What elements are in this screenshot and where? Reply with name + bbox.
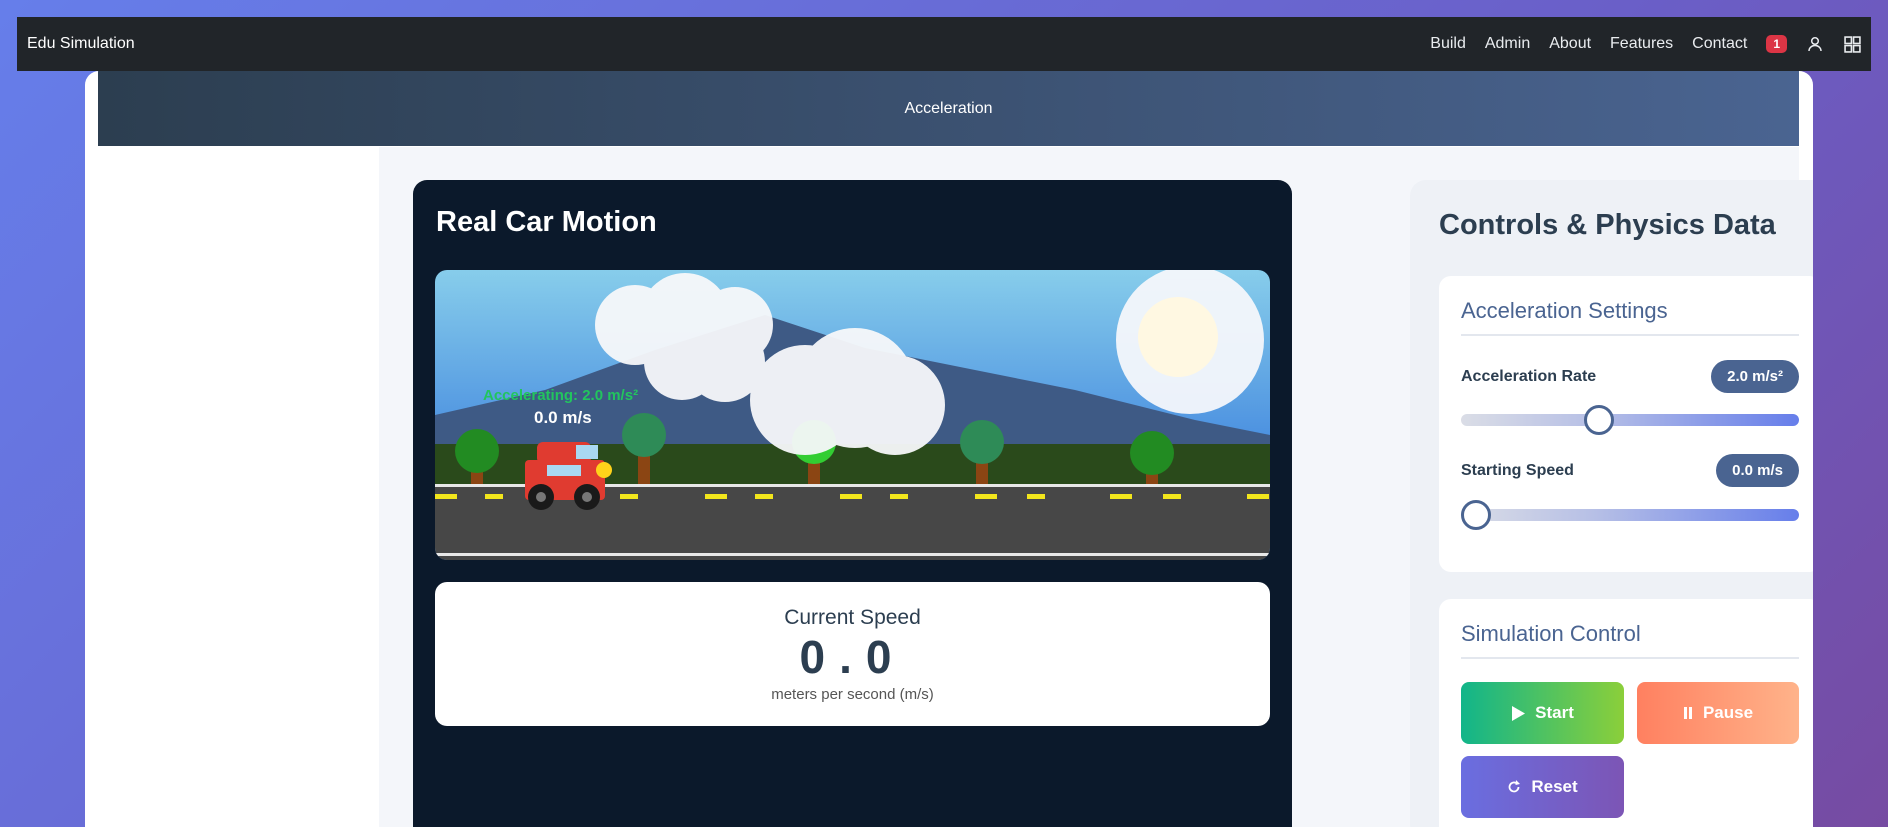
starting-speed-row: Starting Speed 0.0 m/s [1461,454,1799,487]
start-button-label: Start [1535,703,1574,722]
starting-speed-slider-thumb[interactable] [1461,500,1491,530]
notification-badge[interactable]: 1 [1766,35,1787,53]
starting-speed-label: Starting Speed [1461,461,1574,479]
page-title: Acceleration [904,99,993,117]
sun-icon [1116,270,1264,414]
simulation-control-box: Simulation Control Start Pause Reset [1439,599,1813,827]
simulation-panel: Real Car Motion Accelerating: 2.0 m/s² 0… [413,180,1292,827]
acceleration-settings-title: Acceleration Settings [1461,298,1799,336]
speed-label: Current Speed [784,606,921,629]
pause-button-label: Pause [1702,703,1754,722]
nav-link-contact[interactable]: Contact [1692,35,1747,53]
nav-link-about[interactable]: About [1549,35,1591,53]
brand-logo[interactable]: Edu Simulation [27,35,135,53]
acceleration-rate-slider[interactable] [1461,405,1799,435]
controls-title: Controls & Physics Data [1439,209,1776,241]
grid-icon[interactable] [1843,35,1861,53]
simulation-title: Real Car Motion [436,206,657,238]
acceleration-settings-box: Acceleration Settings Acceleration Rate … [1439,276,1813,572]
car-motion-canvas: Accelerating: 2.0 m/s² 0.0 m/s [435,270,1270,560]
acceleration-rate-slider-thumb[interactable] [1584,405,1615,435]
nav-link-admin[interactable]: Admin [1485,35,1530,53]
acceleration-rate-row: Acceleration Rate 2.0 m/s² [1461,360,1799,393]
nav-links: Build Admin About Features Contact 1 [1430,35,1861,53]
play-icon [1512,705,1526,721]
top-navbar: Edu Simulation Build Admin About Feature… [17,17,1871,71]
acceleration-rate-value: 2.0 m/s² [1711,360,1799,393]
speed-value: 0.0 [799,631,906,683]
speed-unit: meters per second (m/s) [771,686,934,703]
page-header: Acceleration [98,71,1799,146]
main-content: Real Car Motion Accelerating: 2.0 m/s² 0… [379,147,1813,827]
speed-overlay: 0.0 m/s [534,408,592,427]
nav-link-build[interactable]: Build [1430,35,1466,53]
starting-speed-value: 0.0 m/s [1716,454,1799,487]
reset-icon [1508,780,1521,793]
pause-icon [1683,707,1692,719]
nav-link-features[interactable]: Features [1610,35,1673,53]
starting-speed-slider[interactable] [1461,500,1799,530]
simulation-control-title: Simulation Control [1461,621,1799,659]
current-speed-display: Current Speed 0.0 meters per second (m/s… [435,582,1270,726]
start-button[interactable]: Start [1461,682,1624,744]
user-icon[interactable] [1806,35,1824,53]
acceleration-overlay: Accelerating: 2.0 m/s² [483,387,639,404]
controls-panel: Controls & Physics Data Acceleration Set… [1410,180,1813,827]
reset-button[interactable]: Reset [1461,756,1624,818]
reset-button-label: Reset [1531,777,1578,796]
acceleration-rate-label: Acceleration Rate [1461,367,1597,385]
pause-button[interactable]: Pause [1637,682,1799,744]
page-card: Acceleration Real Car Motion Acceleratin… [85,71,1813,827]
